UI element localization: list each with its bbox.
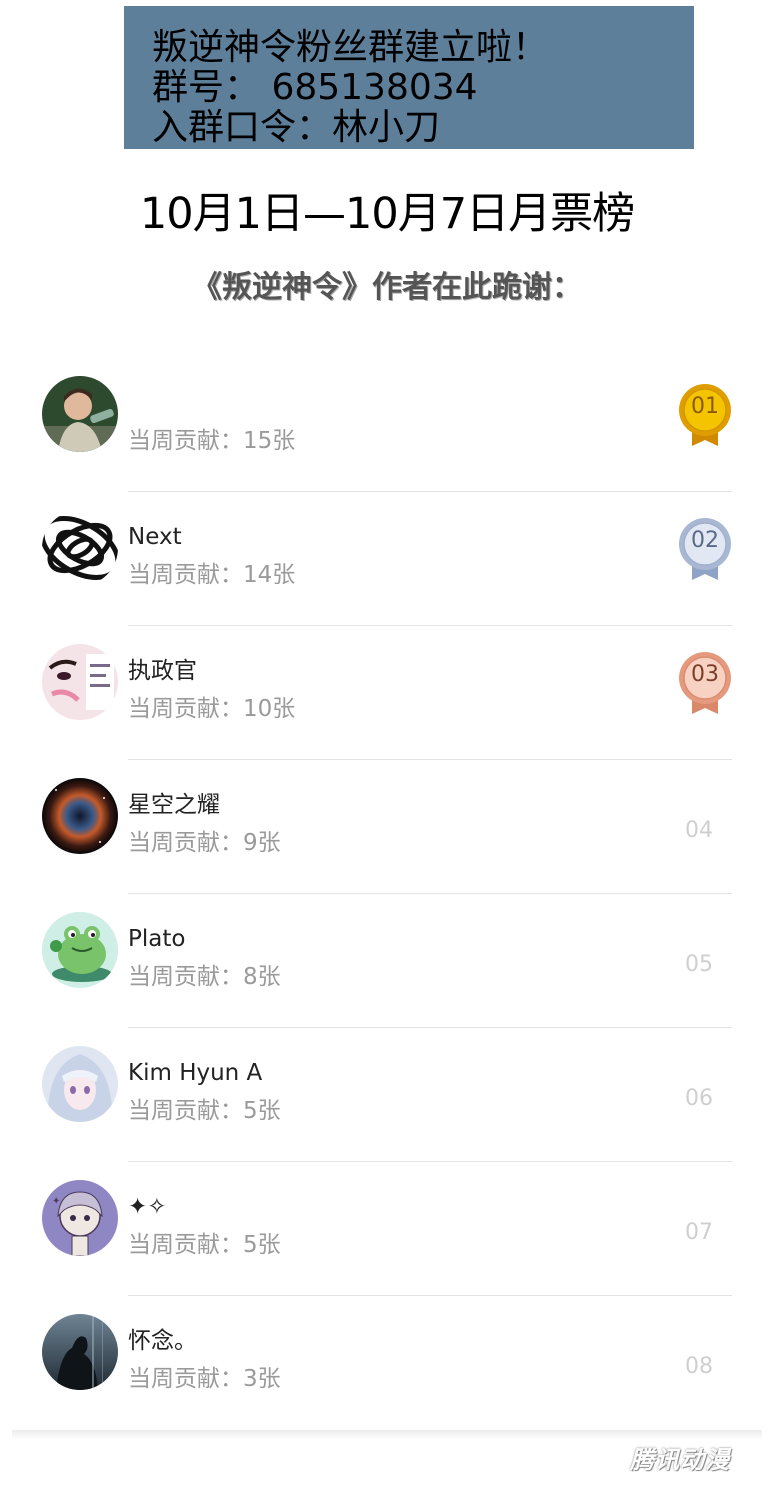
rank-number: 07: [685, 1220, 713, 1245]
silver-medal-icon: 02: [678, 518, 732, 582]
weekly-contribution: 当周贡献：10张: [128, 696, 296, 722]
rank-number: 05: [685, 952, 713, 977]
banner-group-number: 群号： 685138034: [152, 67, 478, 108]
user-name: 怀念。: [128, 1328, 197, 1354]
user-name: Next: [128, 524, 182, 550]
gold-medal-icon: 01: [678, 384, 732, 448]
user-name: 执政官: [128, 658, 197, 684]
bronze-medal-icon: 03: [678, 652, 732, 716]
ranking-row[interactable]: 怀念。 当周贡献：3张 08: [0, 1296, 774, 1430]
watermark-logo: 腾讯动漫: [630, 1446, 730, 1474]
fan-group-banner: 叛逆神令粉丝群建立啦！ 群号： 685138034 入群口令：林小刀: [124, 6, 694, 149]
rank-number: 04: [685, 818, 713, 843]
banner-headline: 叛逆神令粉丝群建立啦！: [152, 27, 549, 68]
weekly-contribution: 当周贡献：3张: [128, 1366, 281, 1392]
avatar[interactable]: [42, 644, 118, 720]
avatar[interactable]: [42, 510, 118, 586]
weekly-contribution: 当周贡献：8张: [128, 964, 281, 990]
rank-number: 08: [685, 1354, 713, 1379]
ranking-row[interactable]: 执政官 当周贡献：10张 03: [0, 626, 774, 760]
ranking-row[interactable]: 星空之耀 当周贡献：9张 04: [0, 760, 774, 894]
ranking-row[interactable]: Kim Hyun A 当周贡献：5张 06: [0, 1028, 774, 1162]
weekly-contribution: 当周贡献：15张: [128, 428, 296, 454]
weekly-contribution: 当周贡献：9张: [128, 830, 281, 856]
weekly-contribution: 当周贡献：5张: [128, 1232, 281, 1258]
banner-group-password: 入群口令：林小刀: [152, 107, 441, 148]
weekly-contribution: 当周贡献：14张: [128, 562, 296, 588]
ranking-row[interactable]: 当周贡献：15张 01: [0, 358, 774, 492]
avatar[interactable]: [42, 1046, 118, 1122]
page-subtitle: 《叛逆神令》作者在此跪谢：: [192, 270, 582, 305]
ranking-row[interactable]: Next 当周贡献：14张 02: [0, 492, 774, 626]
ranking-row[interactable]: Plato 当周贡献：8张 05: [0, 894, 774, 1028]
avatar[interactable]: [42, 376, 118, 452]
avatar[interactable]: [42, 1314, 118, 1390]
rank-number: 02: [691, 528, 719, 553]
avatar[interactable]: [42, 912, 118, 988]
user-name: Plato: [128, 926, 186, 952]
user-name: Kim Hyun A: [128, 1060, 263, 1086]
rank-number: 01: [691, 394, 719, 419]
avatar[interactable]: ✦: [42, 1180, 118, 1256]
rank-number: 03: [691, 662, 719, 687]
user-name: 星空之耀: [128, 792, 220, 818]
page-title: 10月1日—10月7日月票榜: [139, 189, 635, 239]
bottom-divider: [12, 1430, 762, 1440]
weekly-contribution: 当周贡献：5张: [128, 1098, 281, 1124]
user-name: ✦✧: [128, 1194, 167, 1220]
avatar[interactable]: [42, 778, 118, 854]
svg-text:✦: ✦: [52, 1196, 60, 1207]
rank-number: 06: [685, 1086, 713, 1111]
ranking-row[interactable]: ✦ ✦✧ 当周贡献：5张 07: [0, 1162, 774, 1296]
